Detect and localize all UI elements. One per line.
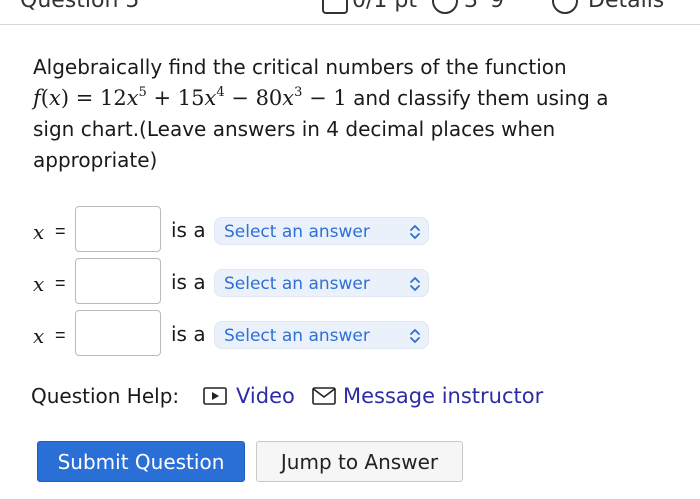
tries-count: 3 <box>464 0 478 13</box>
critical-number-input-1[interactable] <box>75 206 161 252</box>
video-link[interactable]: Video <box>236 384 295 408</box>
points-text: 0/1 pt <box>352 0 417 13</box>
points-icon <box>322 0 348 14</box>
select-text: Select an answer <box>224 222 370 242</box>
details-icon[interactable] <box>552 0 578 14</box>
classification-select-1[interactable]: Select an answer <box>214 217 429 245</box>
answer-row-2: x = is a Select an answer <box>33 258 453 308</box>
equals-sign: = <box>55 221 66 241</box>
question-prompt: Algebraically find the critical numbers … <box>33 52 673 176</box>
prompt-rest: sign chart.(Leave answers in 4 decimal p… <box>33 117 556 172</box>
is-a-label: is a <box>171 270 206 294</box>
message-instructor-link[interactable]: Message instructor <box>343 384 543 408</box>
question-header: Question 5 0/1 pt 3 9 Details <box>0 0 700 25</box>
select-text: Select an answer <box>224 326 370 346</box>
select-chevron-icon <box>410 277 420 291</box>
is-a-label: is a <box>171 218 206 242</box>
submit-question-button[interactable]: Submit Question <box>37 441 245 482</box>
details-link[interactable]: Details <box>588 0 664 13</box>
is-a-label: is a <box>171 322 206 346</box>
critical-number-input-2[interactable] <box>75 258 161 304</box>
select-text: Select an answer <box>224 274 370 294</box>
answer-row-1: x = is a Select an answer <box>33 206 453 256</box>
question-label: Question 5 <box>20 0 140 13</box>
tries-icon <box>432 0 458 14</box>
answer-row-3: x = is a Select an answer <box>33 310 453 360</box>
function-expression: f(x) = 12x5 + 15x4 − 80x3 − 1 <box>33 85 347 110</box>
select-chevron-icon <box>410 225 420 239</box>
envelope-icon[interactable] <box>312 387 336 405</box>
prompt-after-function: and classify them using a <box>346 86 609 110</box>
question-help-label: Question Help: <box>31 384 180 408</box>
jump-to-answer-button[interactable]: Jump to Answer <box>256 441 463 482</box>
variable-label: x <box>33 220 45 244</box>
equals-sign: = <box>55 325 66 345</box>
critical-number-input-3[interactable] <box>75 310 161 356</box>
equals-sign: = <box>55 273 66 293</box>
variable-label: x <box>33 272 45 296</box>
retry-icon: 9 <box>490 0 504 13</box>
prompt-line1: Algebraically find the critical numbers … <box>33 55 567 79</box>
select-chevron-icon <box>410 329 420 343</box>
question-help: Question Help: Video Message instructor <box>31 382 671 412</box>
variable-label: x <box>33 324 45 348</box>
classification-select-2[interactable]: Select an answer <box>214 269 429 297</box>
classification-select-3[interactable]: Select an answer <box>214 321 429 349</box>
video-icon[interactable] <box>203 387 227 405</box>
